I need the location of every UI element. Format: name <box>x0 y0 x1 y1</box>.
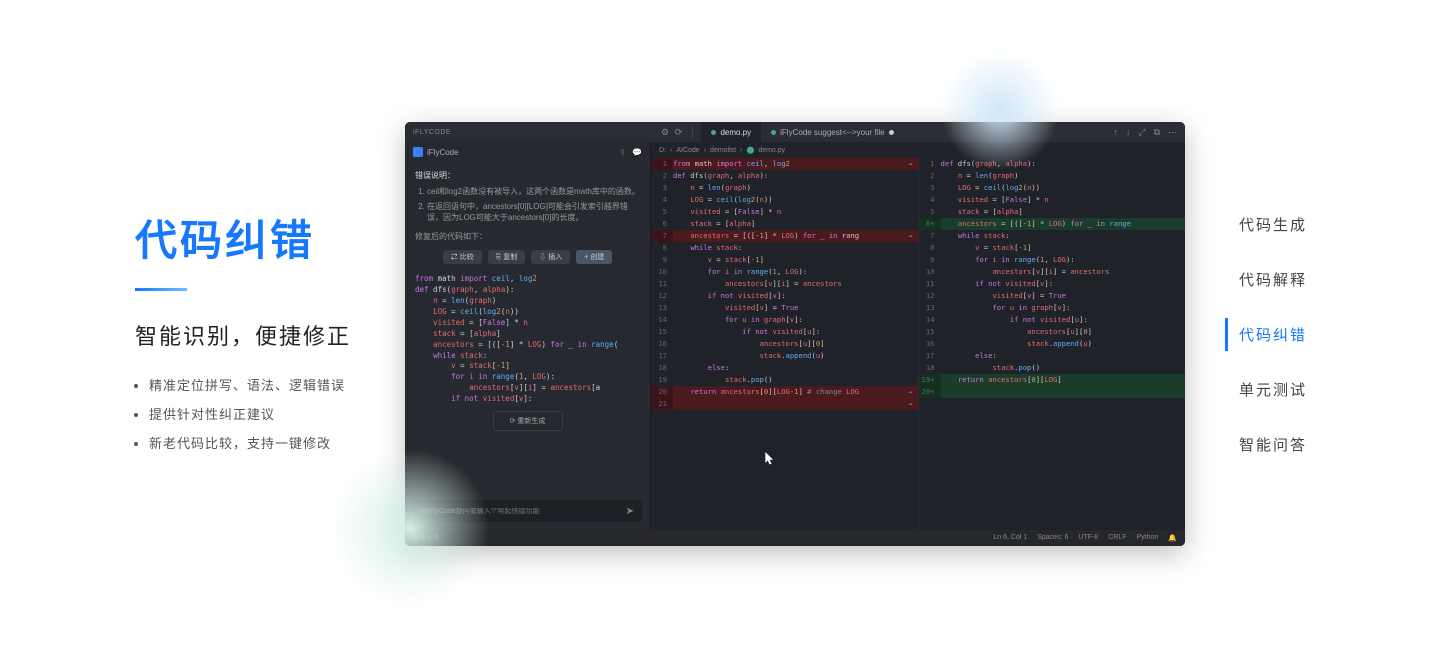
nav-item[interactable]: 代码解释 <box>1225 263 1345 296</box>
status-eol[interactable]: CRLF <box>1108 534 1126 542</box>
split-icon[interactable]: ⧉ <box>1154 127 1160 138</box>
copy-button[interactable]: ⎘ 复制 <box>488 250 526 264</box>
feature-nav: 代码生成代码解释代码纠错单元测试智能问答 <box>1225 186 1345 483</box>
more-icon[interactable]: ⋯ <box>1168 127 1177 138</box>
mouse-cursor-icon <box>765 452 775 466</box>
crumb[interactable]: D: <box>659 147 666 154</box>
status-bar: ⊘ 0 ⚠ 0 Ln 6, Col 1 Spaces: 6 UTF-8 CRLF… <box>405 530 1185 546</box>
bg-blob <box>940 50 1060 170</box>
editor-tab-demo[interactable]: demo.py <box>701 122 761 142</box>
bullet-item: 提供针对性纠正建议 <box>149 404 405 423</box>
file-icon <box>711 130 716 135</box>
tab-label: demo.py <box>720 128 751 137</box>
breadcrumb[interactable]: D: › AICode › demolist › ⬤ demo.py <box>651 142 1185 158</box>
gear-icon[interactable]: ⚙ <box>661 127 669 138</box>
ide-window: iFLYCODE ⚙ ⟳ demo.py iFlyCode suggest<--… <box>405 122 1185 546</box>
error-list: ceil和log2函数没有被导入，这两个函数是math库中的函数。 在返回语句中… <box>415 187 640 223</box>
bullet-item: 精准定位拼写、语法、逻辑错误 <box>149 375 405 394</box>
sidebar-brand: iFlyCode <box>427 148 459 157</box>
expand-icon[interactable]: ⤢ <box>1138 127 1145 138</box>
page-subtitle: 智能识别，便捷修正 <box>135 319 405 351</box>
title-underline <box>135 288 187 291</box>
share-icon[interactable]: ⇪ <box>619 148 626 157</box>
create-button[interactable]: + 创建 <box>576 250 612 264</box>
refresh-icon[interactable]: ⟳ <box>675 127 683 138</box>
diff-pane-original[interactable]: 1from math import ceil, log2→2def dfs(gr… <box>651 158 919 530</box>
bg-blob <box>330 448 490 608</box>
editor-tab-suggest[interactable]: iFlyCode suggest<-->your file <box>761 122 904 142</box>
iflycode-logo-icon <box>413 147 423 157</box>
arrow-down-icon[interactable]: ↓ <box>1126 127 1131 138</box>
status-cursor[interactable]: Ln 6, Col 1 <box>993 534 1027 542</box>
status-encoding[interactable]: UTF-8 <box>1078 534 1098 542</box>
divider <box>692 126 693 138</box>
bell-icon[interactable]: 🔔 <box>1168 534 1177 542</box>
dirty-dot-icon <box>889 130 894 135</box>
tab-label: iFlyCode suggest<-->your file <box>780 128 885 137</box>
regenerate-button[interactable]: ⟳ 重新生成 <box>493 411 563 431</box>
compare-button[interactable]: ⇄ 比较 <box>443 250 482 264</box>
file-icon <box>771 130 776 135</box>
feature-description: 代码纠错 智能识别，便捷修正 精准定位拼写、语法、逻辑错误 提供针对性纠正建议 … <box>135 207 405 462</box>
error-item: ceil和log2函数没有被导入，这两个函数是math库中的函数。 <box>427 187 640 198</box>
page-title: 代码纠错 <box>135 207 405 268</box>
send-icon[interactable]: ➤ <box>626 506 634 517</box>
diff-editor: D: › AICode › demolist › ⬤ demo.py 1from… <box>651 142 1185 530</box>
ide-topbar: iFLYCODE ⚙ ⟳ demo.py iFlyCode suggest<--… <box>405 122 1185 142</box>
crumb[interactable]: demolist <box>710 147 736 154</box>
bullet-item: 新老代码比较，支持一键修改 <box>149 433 405 452</box>
chat-icon[interactable]: 💬 <box>632 148 642 157</box>
nav-item[interactable]: 单元测试 <box>1225 373 1345 406</box>
ide-brand: iFLYCODE <box>413 129 451 136</box>
crumb[interactable]: AICode <box>676 147 699 154</box>
after-fix-label: 修复后的代码如下： <box>415 231 640 242</box>
status-lang[interactable]: Python <box>1136 534 1158 542</box>
crumb[interactable]: demo.py <box>758 147 785 154</box>
nav-item[interactable]: 代码生成 <box>1225 208 1345 241</box>
suggested-code: from math import ceil, log2 def dfs(grap… <box>415 274 640 405</box>
nav-item[interactable]: 智能问答 <box>1225 428 1345 461</box>
error-item: 在返回语句中，ancestors[0][LOG]可能会引发索引越界错误，因为LO… <box>427 202 640 224</box>
arrow-up-icon[interactable]: ↑ <box>1113 127 1118 138</box>
error-section-label: 错误说明： <box>415 170 640 181</box>
feature-bullets: 精准定位拼写、语法、逻辑错误 提供针对性纠正建议 新老代码比较，支持一键修改 <box>135 375 405 452</box>
nav-item[interactable]: 代码纠错 <box>1225 318 1345 351</box>
status-indent[interactable]: Spaces: 6 <box>1037 534 1068 542</box>
insert-button[interactable]: ⇩ 插入 <box>531 250 570 264</box>
diff-pane-modified[interactable]: 1def dfs(graph, alpha):2 n = len(graph)3… <box>919 158 1186 530</box>
